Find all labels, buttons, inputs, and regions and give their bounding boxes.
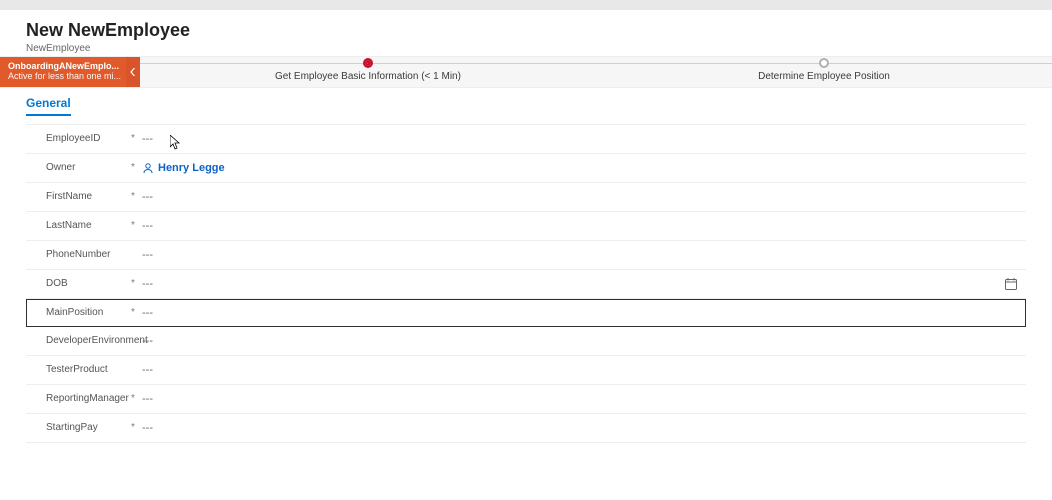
business-process-flow: OnboardingANewEmplo... Active for less t… [0,56,1052,88]
calendar-icon[interactable] [1004,277,1018,291]
employeeid-input[interactable]: --- [138,133,1022,145]
testerproduct-input[interactable]: --- [138,364,1022,376]
field-row-devenv: DeveloperEnvironment --- [26,327,1026,356]
field-label: DeveloperEnvironment [46,335,128,347]
field-label: EmployeeID [46,133,128,145]
record-header: New NewEmployee NewEmployee [0,10,1052,56]
startingpay-input[interactable]: --- [138,422,1022,434]
owner-lookup-value[interactable]: Henry Legge [158,162,225,174]
field-row-employeeid: EmployeeID * --- [26,125,1026,154]
field-label: Owner [46,162,128,174]
bpf-collapse-button[interactable] [126,57,140,87]
field-row-reportingmanager: ReportingManager * --- [26,385,1026,414]
required-indicator: * [128,278,138,289]
field-label: FirstName [46,191,128,203]
field-row-testerproduct: TesterProduct --- [26,356,1026,385]
required-indicator: * [128,220,138,231]
tab-general[interactable]: General [26,96,71,116]
field-label: LastName [46,220,128,232]
field-label: PhoneNumber [46,249,128,261]
bpf-stage-1[interactable]: Get Employee Basic Information (< 1 Min) [140,57,596,87]
record-form-card: New NewEmployee NewEmployee OnboardingAN… [0,10,1052,500]
bpf-stage-2-label: Determine Employee Position [758,71,890,82]
reportingmanager-input[interactable]: --- [138,393,1022,405]
field-label: ReportingManager [46,393,128,405]
dob-input[interactable]: --- [138,278,1004,290]
required-indicator: * [128,307,138,318]
devenv-input[interactable]: --- [138,335,1022,347]
form-body: EmployeeID * --- Owner * Henry Legge Fir… [26,124,1026,443]
required-indicator: * [128,422,138,433]
app-topbar [0,0,1052,10]
required-indicator: * [128,162,138,173]
owner-input[interactable]: Henry Legge [138,162,1022,174]
field-row-phonenumber: PhoneNumber --- [26,241,1026,270]
required-indicator: * [128,393,138,404]
bpf-active-stage-chip[interactable]: OnboardingANewEmplo... Active for less t… [0,57,126,87]
bpf-stage-1-label: Get Employee Basic Information (< 1 Min) [275,71,461,82]
field-row-lastname: LastName * --- [26,212,1026,241]
phonenumber-input[interactable]: --- [138,249,1022,261]
field-row-dob: DOB * --- [26,270,1026,299]
field-label: DOB [46,278,128,290]
field-row-firstname: FirstName * --- [26,183,1026,212]
field-row-mainposition: MainPosition * --- [26,299,1026,327]
mainposition-input[interactable]: --- [138,307,1021,319]
required-indicator: * [128,133,138,144]
bpf-stage-2[interactable]: Determine Employee Position [596,57,1052,87]
form-tabs: General [0,88,1052,116]
person-icon [142,162,154,174]
field-label: StartingPay [46,422,128,434]
stage-marker-active-icon [363,58,373,68]
lastname-input[interactable]: --- [138,220,1022,232]
field-label: TesterProduct [46,364,128,376]
record-title: New NewEmployee [26,20,1026,42]
bpf-stage-track: Get Employee Basic Information (< 1 Min)… [140,57,1052,87]
field-row-owner: Owner * Henry Legge [26,154,1026,183]
chevron-left-icon [129,68,137,76]
firstname-input[interactable]: --- [138,191,1022,203]
record-subtitle: NewEmployee [26,43,1026,54]
field-label: MainPosition [46,307,128,319]
required-indicator: * [128,191,138,202]
stage-marker-future-icon [819,58,829,68]
field-row-startingpay: StartingPay * --- [26,414,1026,443]
